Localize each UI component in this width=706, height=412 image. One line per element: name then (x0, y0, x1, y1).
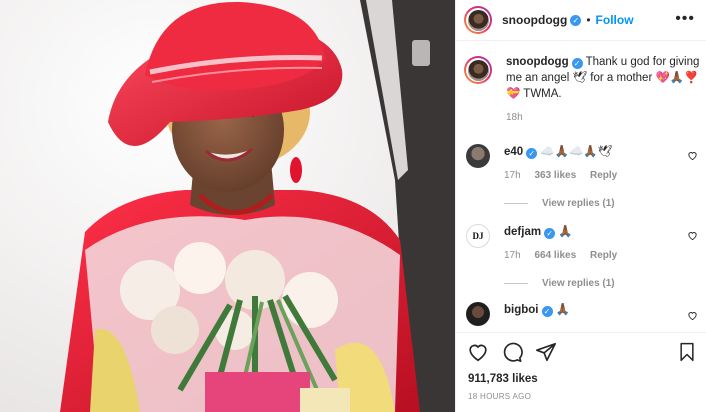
post-header: snoopdogg ✓ • Follow ••• (456, 0, 706, 41)
view-replies-button[interactable]: View replies (1) (504, 278, 698, 289)
comment-like-heart-icon[interactable] (687, 230, 698, 241)
view-replies-button[interactable]: View replies (1) (504, 198, 698, 209)
verified-badge-icon: ✓ (570, 14, 582, 26)
follow-button[interactable]: Follow (596, 13, 634, 27)
separator-dot: • (586, 13, 591, 27)
post-image (0, 0, 455, 412)
comment-username[interactable]: bigboi (504, 304, 539, 316)
comment-text: ☁️🙏🏾☁️🙏🏾🕊 (540, 146, 613, 158)
author-username[interactable]: snoopdogg (502, 13, 567, 27)
caption-username[interactable]: snoopdogg (506, 56, 569, 68)
comment-time[interactable]: 17h (504, 250, 521, 261)
comment-username[interactable]: defjam (504, 226, 541, 238)
commenter-avatar[interactable] (466, 144, 490, 168)
author-avatar[interactable] (464, 6, 492, 34)
reply-button[interactable]: Reply (590, 250, 617, 261)
heart-icon[interactable] (467, 341, 489, 363)
comment-item: e40 ✓ ☁️🙏🏾☁️🙏🏾🕊 17h 363 likes Reply View … (466, 144, 698, 209)
replies-divider (504, 283, 528, 284)
replies-divider (504, 203, 528, 204)
post-likes-count[interactable]: 911,783 likes (468, 373, 538, 385)
comment-text: 🙏🏾 (558, 226, 573, 238)
post-actions-bar: 911,783 likes 18 HOURS AGO (456, 332, 706, 412)
post-photo[interactable] (0, 0, 455, 412)
verified-badge-icon: ✓ (571, 58, 583, 69)
comment-likes[interactable]: 664 likes (534, 250, 576, 261)
view-replies-label[interactable]: View replies (1) (542, 278, 615, 289)
comment-time[interactable]: 17h (504, 170, 521, 181)
comment-username[interactable]: e40 (504, 146, 523, 158)
post-timestamp[interactable]: 18 HOURS AGO (468, 392, 531, 401)
commenter-avatar[interactable]: DJ (466, 224, 490, 248)
more-icon[interactable]: ••• (675, 11, 695, 27)
verified-badge-icon: ✓ (544, 228, 556, 239)
caption-timestamp[interactable]: 18h (506, 112, 700, 123)
caption-avatar[interactable] (464, 56, 492, 84)
comment-item: DJ defjam ✓ 🙏🏾 17h 664 likes Reply View r… (466, 224, 698, 289)
reply-button[interactable]: Reply (590, 170, 617, 181)
comment-text: 🙏🏾 (555, 304, 571, 316)
verified-badge-icon: ✓ (526, 148, 538, 159)
post-caption: snoopdogg ✓ Thank u god for giving me an … (464, 54, 700, 123)
comment-icon[interactable] (501, 341, 523, 363)
view-replies-label[interactable]: View replies (1) (542, 198, 615, 209)
comment-like-heart-icon[interactable] (687, 150, 698, 161)
comment-item: bigboi ✓ 🙏🏾 (466, 302, 698, 326)
share-icon[interactable] (535, 341, 557, 363)
comment-like-heart-icon[interactable] (687, 310, 698, 321)
verified-badge-icon: ✓ (541, 306, 553, 317)
bookmark-icon[interactable] (677, 341, 697, 363)
post-sidebar: snoopdogg ✓ • Follow ••• snoopdogg ✓ Than… (455, 0, 706, 412)
comment-likes[interactable]: 363 likes (534, 170, 576, 181)
commenter-avatar[interactable] (466, 302, 490, 326)
